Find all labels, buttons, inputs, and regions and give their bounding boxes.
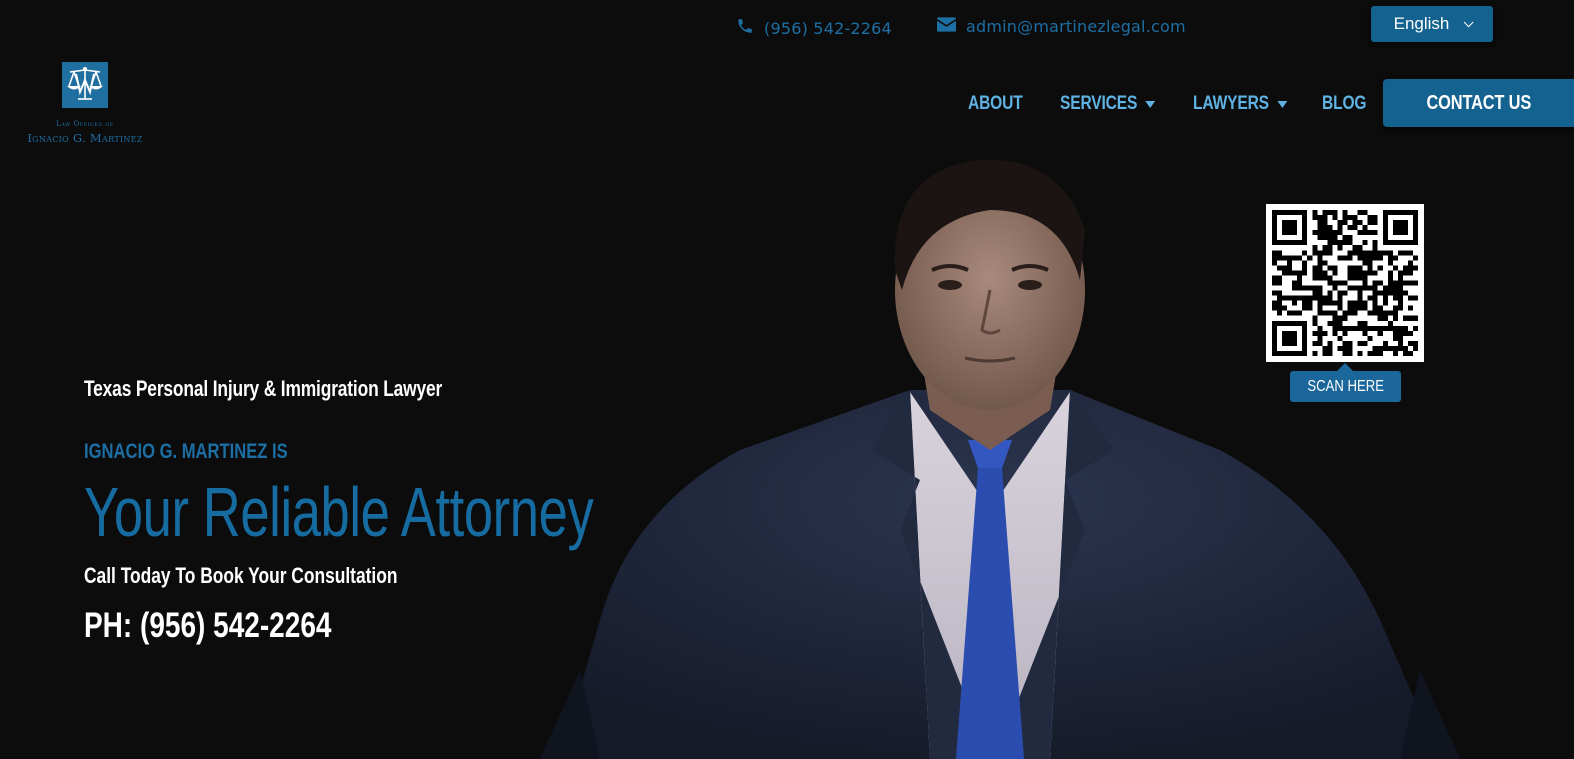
nav-services-label: SERVICES xyxy=(1060,93,1138,114)
envelope-icon xyxy=(937,17,956,36)
nav-lawyers[interactable]: LAWYERS xyxy=(1193,93,1287,115)
site-logo[interactable]: Law Offices of Ignacio G. Martinez xyxy=(10,62,160,145)
scan-here-label: SCAN HERE xyxy=(1307,377,1384,395)
contact-us-button[interactable]: CONTACT US xyxy=(1383,79,1574,127)
hero-phone[interactable]: PH: (956) 542-2264 xyxy=(84,606,331,646)
caret-down-icon xyxy=(1277,100,1287,108)
top-email-link[interactable]: admin@martinezlegal.com xyxy=(937,17,1186,36)
chevron-down-icon xyxy=(1464,16,1474,27)
qr-code-image xyxy=(1272,210,1418,356)
top-phone-text: (956) 542-2264 xyxy=(764,18,892,38)
hero-tagline: Texas Personal Injury & Immigration Lawy… xyxy=(84,376,443,401)
nav-services[interactable]: SERVICES xyxy=(1060,93,1156,115)
contact-us-label: CONTACT US xyxy=(1426,91,1531,114)
language-selected-value: English xyxy=(1393,14,1450,33)
hero-title: Your Reliable Attorney xyxy=(84,473,594,551)
top-email-text: admin@martinezlegal.com xyxy=(966,17,1186,36)
scan-here-button[interactable]: SCAN HERE xyxy=(1290,371,1401,402)
qr-code[interactable] xyxy=(1266,204,1424,362)
scales-of-justice-icon xyxy=(62,62,108,108)
phone-icon xyxy=(736,17,754,39)
logo-line-2: Ignacio G. Martinez xyxy=(27,131,143,145)
nav-blog[interactable]: BLOG xyxy=(1322,93,1367,115)
nav-about[interactable]: ABOUT xyxy=(968,93,1023,115)
nav-blog-label: BLOG xyxy=(1322,93,1367,114)
language-select[interactable]: English xyxy=(1371,6,1493,42)
hero-pretitle: IGNACIO G. MARTINEZ IS xyxy=(84,440,288,463)
nav-lawyers-label: LAWYERS xyxy=(1193,93,1269,114)
nav-about-label: ABOUT xyxy=(968,93,1023,114)
top-phone-link[interactable]: (956) 542-2264 xyxy=(736,17,892,39)
hero-subtitle: Call Today To Book Your Consultation xyxy=(84,563,398,588)
logo-line-1: Law Offices of xyxy=(56,120,114,128)
caret-down-icon xyxy=(1145,100,1156,108)
